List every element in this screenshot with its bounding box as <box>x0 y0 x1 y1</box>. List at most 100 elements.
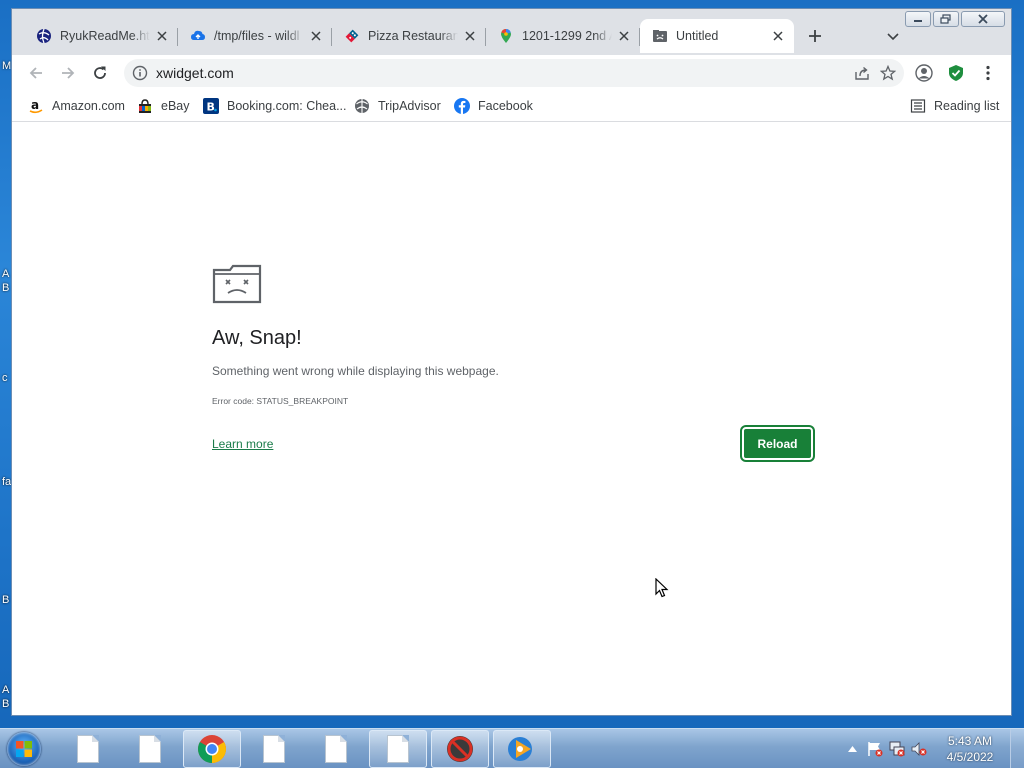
desktop-label: c <box>2 372 8 384</box>
bookmark-label: Booking.com: Chea... <box>227 99 347 113</box>
minimize-icon <box>914 20 922 22</box>
reading-list-button[interactable]: Reading list <box>910 96 999 116</box>
bookmarks-bar: a Amazon.com eBay B Booking.com: Chea...… <box>12 90 1011 122</box>
reading-list-icon <box>910 98 926 114</box>
taskbar-item-document[interactable] <box>369 730 427 768</box>
tripadvisor-icon <box>354 98 370 114</box>
show-hidden-icons-button[interactable] <box>844 741 860 757</box>
desktop-label: A <box>2 268 10 280</box>
taskbar-item-document[interactable] <box>121 730 179 768</box>
tab-title: Untitled <box>676 29 719 43</box>
bookmark-label: Facebook <box>478 99 533 113</box>
browser-window: RyukReadMe.htm /tmp/files - wildl Pizza <box>11 8 1012 716</box>
reload-toolbar-button[interactable] <box>86 59 114 87</box>
taskbar-item-document[interactable] <box>307 730 365 768</box>
learn-more-link[interactable]: Learn more <box>212 437 273 451</box>
svg-text:a: a <box>31 98 39 112</box>
taskbar-item-chrome[interactable] <box>183 730 241 768</box>
error-message: Something went wrong while displaying th… <box>212 364 499 378</box>
info-icon[interactable] <box>132 65 148 81</box>
network-icon[interactable] <box>886 739 908 759</box>
refresh-icon <box>94 66 106 79</box>
reload-button[interactable]: Reload <box>742 427 813 460</box>
desktop-label: B <box>2 594 10 606</box>
extension-button[interactable] <box>942 59 970 87</box>
taskbar-item-document[interactable] <box>59 730 117 768</box>
bookmark-label: Amazon.com <box>52 99 125 113</box>
taskbar-item-document[interactable] <box>245 730 303 768</box>
close-tab-icon[interactable] <box>462 28 478 44</box>
tab-pizza-restaurants[interactable]: Pizza Restaurants <box>332 19 486 53</box>
close-tab-icon[interactable] <box>616 28 632 44</box>
media-player-icon <box>508 737 532 761</box>
share-icon[interactable] <box>852 63 872 83</box>
globe-icon <box>36 28 52 44</box>
profile-icon <box>915 64 933 82</box>
clock-date: 4/5/2022 <box>946 750 994 764</box>
close-tab-icon[interactable] <box>770 28 786 44</box>
action-center-icon[interactable] <box>864 739 886 759</box>
desktop-label: M <box>2 60 12 72</box>
new-tab-button[interactable] <box>798 19 832 53</box>
clock-time: 5:43 AM <box>947 734 993 748</box>
dominos-icon <box>344 28 360 44</box>
windows-logo-icon <box>7 732 41 766</box>
start-button[interactable] <box>4 730 44 768</box>
show-desktop-button[interactable] <box>1010 729 1024 768</box>
star-icon[interactable] <box>878 63 898 83</box>
profile-button[interactable] <box>910 59 938 87</box>
tab-search-button[interactable] <box>883 27 903 47</box>
tab-maps-address[interactable]: 1201-1299 2nd A <box>486 19 640 53</box>
toolbar: xwidget.com <box>12 55 1011 90</box>
system-clock[interactable]: 5:43 AM 4/5/2022 <box>930 733 1010 765</box>
tab-title: 1201-1299 2nd A <box>522 29 612 43</box>
minimize-button[interactable] <box>905 11 931 27</box>
document-icon <box>263 735 285 763</box>
restore-button[interactable] <box>933 11 959 27</box>
arrow-left-icon <box>29 67 42 79</box>
booking-icon: B <box>203 98 219 114</box>
tab-tmp-files[interactable]: /tmp/files - wildl <box>178 19 332 53</box>
bookmark-facebook[interactable]: Facebook <box>454 96 533 116</box>
bookmark-label: eBay <box>161 99 190 113</box>
document-icon <box>77 735 99 763</box>
desktop-label: A <box>2 684 10 696</box>
svg-text:B: B <box>207 101 215 114</box>
ebay-icon <box>137 98 153 114</box>
tab-strip: RyukReadMe.htm /tmp/files - wildl Pizza <box>12 9 1011 55</box>
document-icon <box>139 735 161 763</box>
blocked-icon <box>447 736 473 762</box>
menu-button[interactable] <box>974 59 1002 87</box>
chevron-up-icon <box>847 746 857 752</box>
chevron-down-icon <box>887 33 899 41</box>
amazon-icon: a <box>28 98 44 114</box>
tab-ryukreadme[interactable]: RyukReadMe.htm <box>24 19 178 53</box>
mouse-cursor-icon <box>655 578 669 598</box>
taskbar-item-media[interactable] <box>493 730 551 768</box>
tab-list: RyukReadMe.htm /tmp/files - wildl Pizza <box>24 19 832 53</box>
tab-untitled[interactable]: Untitled <box>640 19 794 53</box>
close-window-button[interactable] <box>961 11 1005 27</box>
close-tab-icon[interactable] <box>308 28 324 44</box>
bookmark-booking[interactable]: B Booking.com: Chea... <box>203 96 347 116</box>
desktop-label: fa <box>2 476 12 488</box>
document-icon <box>387 735 409 763</box>
facebook-icon <box>454 98 470 114</box>
address-bar[interactable]: xwidget.com <box>124 59 904 87</box>
taskbar-item-blocked-app[interactable] <box>431 730 489 768</box>
bookmark-amazon[interactable]: a Amazon.com <box>28 96 125 116</box>
volume-muted-icon[interactable] <box>908 739 930 759</box>
chrome-icon <box>198 735 226 763</box>
sad-tab-icon <box>652 28 668 44</box>
tab-title: /tmp/files - wildl <box>214 29 300 43</box>
forward-button[interactable] <box>54 59 82 87</box>
page-content: Aw, Snap! Something went wrong while dis… <box>12 122 1011 715</box>
bookmark-ebay[interactable]: eBay <box>137 96 190 116</box>
system-tray: 5:43 AM 4/5/2022 <box>844 729 1024 768</box>
bookmark-tripadvisor[interactable]: TripAdvisor <box>354 96 441 116</box>
url-text: xwidget.com <box>156 65 234 81</box>
plus-icon <box>809 30 821 42</box>
error-title: Aw, Snap! <box>212 327 302 349</box>
close-tab-icon[interactable] <box>154 28 170 44</box>
back-button[interactable] <box>22 59 50 87</box>
